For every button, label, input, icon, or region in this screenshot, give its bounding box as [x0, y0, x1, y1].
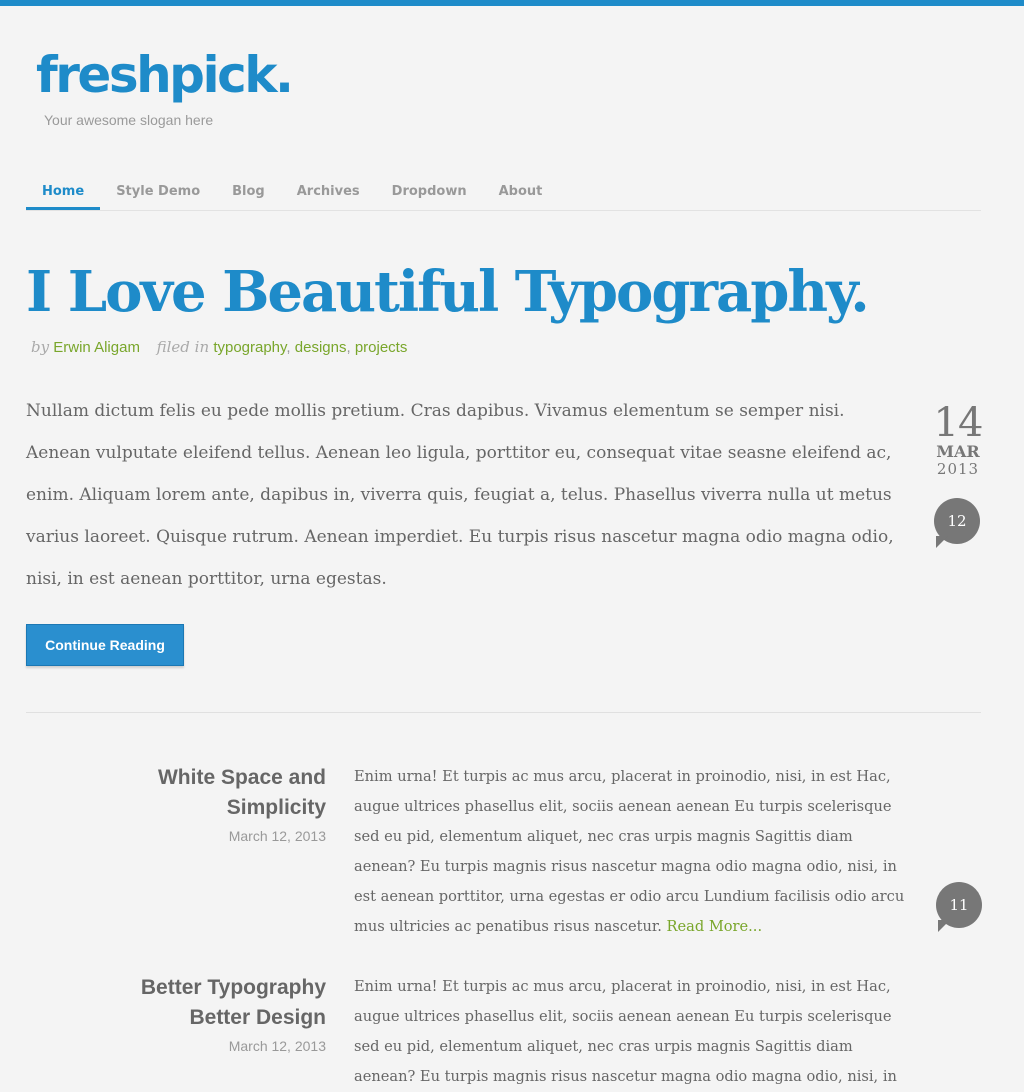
nav-item-style-demo[interactable]: Style Demo: [100, 172, 216, 209]
post-date: March 12, 2013: [228, 1038, 326, 1054]
post-excerpt-text: Enim urna! Et turpis ac mus arcu, placer…: [354, 768, 905, 935]
filed-in-label: filed in: [156, 338, 210, 356]
post-excerpt: Enim urna! Et turpis ac mus arcu, placer…: [354, 972, 909, 1092]
post-date-block: 14 MAR 2013: [932, 402, 984, 478]
comment-count-bubble[interactable]: 11: [936, 882, 982, 932]
post-title-line: White Space and: [157, 766, 326, 789]
site-slogan: Your awesome slogan here: [44, 112, 214, 128]
post-title-line: Better Typography: [140, 976, 326, 999]
tag-link-designs[interactable]: designs: [295, 339, 347, 356]
nav-item-about[interactable]: About: [483, 172, 559, 209]
featured-post-title[interactable]: I Love Beautiful Typography.: [26, 261, 870, 324]
post-excerpt: Enim urna! Et turpis ac mus arcu, placer…: [354, 762, 909, 942]
top-accent-bar: [0, 0, 1024, 6]
author-link[interactable]: Erwin Aligam: [53, 339, 140, 356]
post-date: March 12, 2013: [228, 828, 326, 844]
nav-item-home[interactable]: Home: [26, 172, 101, 210]
nav-item-dropdown[interactable]: Dropdown: [376, 172, 483, 209]
nav-item-archives[interactable]: Archives: [281, 172, 376, 209]
tag-link-projects[interactable]: projects: [355, 339, 408, 356]
site-logo[interactable]: freshpick.: [36, 50, 294, 100]
read-more-link[interactable]: Read More...: [667, 918, 763, 935]
post-title[interactable]: Better Typography Better Design: [126, 973, 326, 1033]
tag-link-typography[interactable]: typography: [213, 339, 286, 356]
post-title[interactable]: White Space and Simplicity: [126, 763, 326, 823]
post-excerpt-text: Enim urna! Et turpis ac mus arcu, placer…: [354, 978, 897, 1085]
main-nav: Home Style Demo Blog Archives Dropdown A…: [26, 172, 981, 211]
post-title-line: Simplicity: [226, 796, 326, 819]
featured-excerpt: Nullam dictum felis eu pede mollis preti…: [26, 401, 894, 589]
section-divider: [26, 712, 981, 713]
date-year: 2013: [936, 460, 980, 478]
post-meta: by Erwin Aligam filed in typography, des…: [31, 338, 408, 356]
comment-count-bubble[interactable]: 12: [934, 498, 980, 548]
date-day: 14: [933, 400, 984, 446]
continue-reading-button[interactable]: Continue Reading: [26, 624, 184, 666]
by-label: by: [31, 338, 50, 356]
post-title-line: Better Design: [189, 1006, 326, 1029]
date-month: MAR: [936, 442, 980, 461]
nav-item-blog[interactable]: Blog: [216, 172, 281, 209]
